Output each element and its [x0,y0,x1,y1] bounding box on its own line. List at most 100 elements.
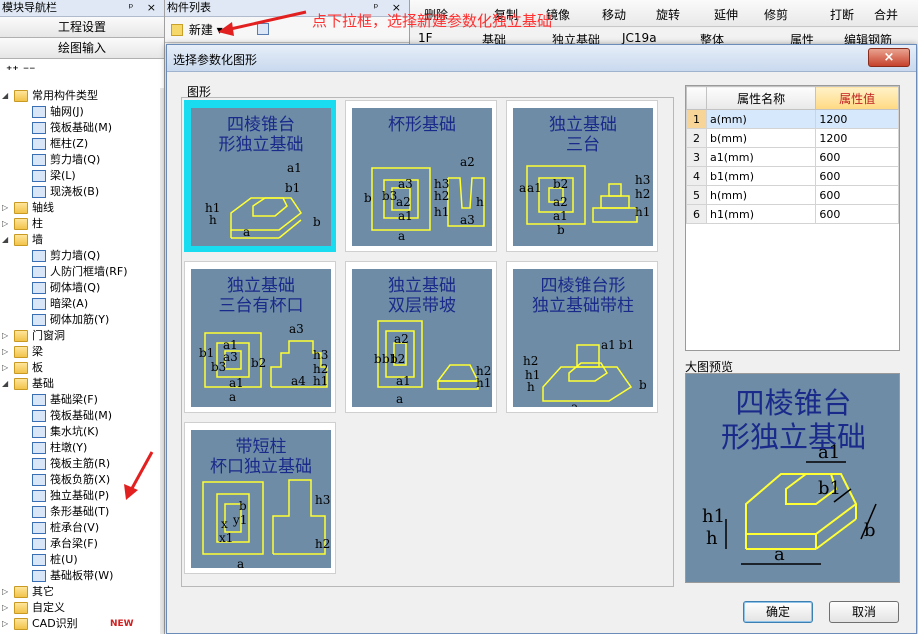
tree-folder-item[interactable]: ▷ CAD识别 NEW [0,616,165,632]
property-row[interactable]: 4 b1(mm) 600 [686,166,899,186]
dialog-title-bar: 选择参数化图形 × [167,45,916,72]
tree-component-item[interactable]: 桩(U) [0,552,165,568]
property-value-cell[interactable]: 600 [815,147,899,167]
shape-tile-s1[interactable]: 四棱锥台 形独立基础 a a1 b1 b h1 h [184,100,336,252]
svg-text:h3: h3 [635,173,650,187]
shape-drawing: aa1b1bh1h [205,161,321,239]
move-button[interactable]: 移动 [602,6,626,23]
tree-folder-item[interactable]: ▷ 其它 [0,584,165,600]
tree-component-item[interactable]: 集水坑(K) [0,424,165,440]
name-select[interactable]: JC19a [622,31,657,45]
expand-icon[interactable]: ▷ [2,204,11,213]
property-row[interactable]: 5 h(mm) 600 [686,185,899,205]
tree-component-item[interactable]: 暗梁(A) [0,296,165,312]
property-row[interactable]: 3 a1(mm) 600 [686,147,899,167]
new-icon [171,24,183,36]
shear-wall-icon [32,250,46,262]
shape-tile-s7[interactable]: 带短柱 杯口独立基础 x x1 y1 b a h3 h2 [184,422,336,574]
tree-folder-item[interactable]: ▷ 梁 [0,344,165,360]
tree-folder-item[interactable]: ▷ 门窗洞 [0,328,165,344]
tree-item-label: 剪力墙(Q) [50,153,101,166]
tree-folder-item[interactable]: ◢ 基础 [0,376,165,392]
expand-icon[interactable]: ▷ [2,620,11,629]
expand-icon[interactable]: ▷ [2,588,11,597]
module-nav-controls[interactable]: ᵖ × [129,0,161,16]
tree-component-item[interactable]: 筏板基础(M) [0,408,165,424]
property-value-cell[interactable]: 600 [815,204,899,224]
collapse-icon[interactable]: ◢ [2,380,11,389]
tree-component-item[interactable]: 梁(L) [0,168,165,184]
tree-component-item[interactable]: 基础梁(F) [0,392,165,408]
property-row[interactable]: 1 a(mm) 1200 [686,109,899,129]
property-value-cell[interactable]: 600 [815,166,899,186]
tree-component-item[interactable]: 人防门框墙(RF) [0,264,165,280]
folder-icon [14,346,28,358]
shapes-gallery: 四棱锥台 形独立基础 a a1 b1 b h1 h 杯形基础 b b3 a3 a2 a1 a h3 h2 h1 a2… [181,97,674,587]
tree-folder-item[interactable]: ◢ 常用构件类型 [0,88,165,104]
rotate-button[interactable]: 旋转 [656,6,680,23]
tree-folder-item[interactable]: ▷ 轴线 [0,200,165,216]
svg-text:h: h [209,213,217,227]
expand-icon[interactable]: ▷ [2,604,11,613]
module-nav-title-bar: 模块导航栏 ᵖ × [0,0,164,17]
break-button[interactable]: 打断 [830,6,854,23]
expand-icon[interactable]: ▷ [2,364,11,373]
floor-select[interactable]: 1F [418,31,433,45]
svg-text:a: a [229,390,236,404]
shape-tile-s5[interactable]: 独立基础 双层带坡 a2 b b1 b2 a1 a h2 h1 [345,261,497,413]
svg-text:h1: h1 [635,205,650,219]
merge-button[interactable]: 合并 [874,6,898,23]
tree-folder-item[interactable]: ▷ 柱 [0,216,165,232]
tree-component-item[interactable]: 基础板带(W) [0,568,165,584]
tree-component-item[interactable]: 桩承台(V) [0,520,165,536]
dialog-close-button[interactable]: × [868,48,910,67]
extend-button[interactable]: 延伸 [714,6,738,23]
shape-tile-s2[interactable]: 杯形基础 b b3 a3 a2 a1 a h3 h2 h1 a2 a3 h [345,100,497,252]
drawing-input-button[interactable]: 绘图输入 [0,38,164,59]
shape-tile-s3[interactable]: 独立基础 三台 a a1 b2 a2 a1 b h3 h2 h1 [506,100,658,252]
masonry-wall-icon [32,282,46,294]
expand-icon[interactable]: ▷ [2,220,11,229]
nav-scrollbar[interactable] [160,88,164,634]
tree-item-label: 基础 [32,377,54,390]
collapse-icon[interactable]: ◢ [2,236,11,245]
shape-thumbnail: 独立基础 三台有杯口 b1 a1 a3 b3 b2 a1 a a3 h3 h2 h1 a4 [191,269,331,407]
shape-tile-s6[interactable]: 四棱锥台形 独立基础带柱 h2 h1 h a a1 b1 b [506,261,658,413]
tree-component-item[interactable]: 现浇板(B) [0,184,165,200]
property-value-cell[interactable]: 1200 [815,128,899,148]
property-row[interactable]: 6 h1(mm) 600 [686,204,899,224]
tree-item-label: 柱 [32,217,43,230]
tree-component-item[interactable]: 筏板基础(M) [0,120,165,136]
ok-button[interactable]: 确定 [743,601,813,623]
tree-component-item[interactable]: 框柱(Z) [0,136,165,152]
property-value-cell[interactable]: 600 [815,185,899,205]
pile-icon [32,554,46,566]
tree-component-item[interactable]: 砌体加筋(Y) [0,312,165,328]
civil-defense-wall-icon [32,266,46,278]
tree-component-item[interactable]: 轴网(J) [0,104,165,120]
tree-component-item[interactable]: 剪力墙(Q) [0,152,165,168]
cancel-button[interactable]: 取消 [829,601,899,623]
property-table[interactable]: 属性名称 属性值 1 a(mm) 1200 2 b(mm) 1200 3 a1(mm) 600 4… [685,85,900,351]
shape-tile-s4[interactable]: 独立基础 三台有杯口 b1 a1 a3 b3 b2 a1 a a3 h3 h2 h1 a4 [184,261,336,413]
property-value-cell[interactable]: 1200 [815,109,899,129]
tree-component-item[interactable]: 砌体墙(Q) [0,280,165,296]
property-row[interactable]: 2 b(mm) 1200 [686,128,899,148]
svg-text:h3: h3 [315,493,330,507]
collapse-icon[interactable]: ◢ [2,92,11,101]
expand-icon[interactable]: ▷ [2,348,11,357]
expand-icon[interactable]: ▷ [2,332,11,341]
svg-text:a: a [571,400,578,407]
tree-folder-item[interactable]: ▷ 自定义 [0,600,165,616]
tree-component-item[interactable]: 剪力墙(Q) [0,248,165,264]
tree-component-item[interactable]: 承台梁(F) [0,536,165,552]
tree-item-label: 筏板负筋(X) [50,473,111,486]
svg-text:a: a [519,181,526,195]
expand-collapse-tools[interactable]: ⁺⁺ ⁻⁻ [0,59,164,81]
tree-item-label: 轴网(J) [50,105,84,118]
tree-folder-item[interactable]: ◢ 墙 [0,232,165,248]
tree-folder-item[interactable]: ▷ 板 [0,360,165,376]
tree-item-label: 筏板主筋(R) [50,457,111,470]
project-settings-button[interactable]: 工程设置 [0,17,164,38]
trim-button[interactable]: 修剪 [764,6,788,23]
